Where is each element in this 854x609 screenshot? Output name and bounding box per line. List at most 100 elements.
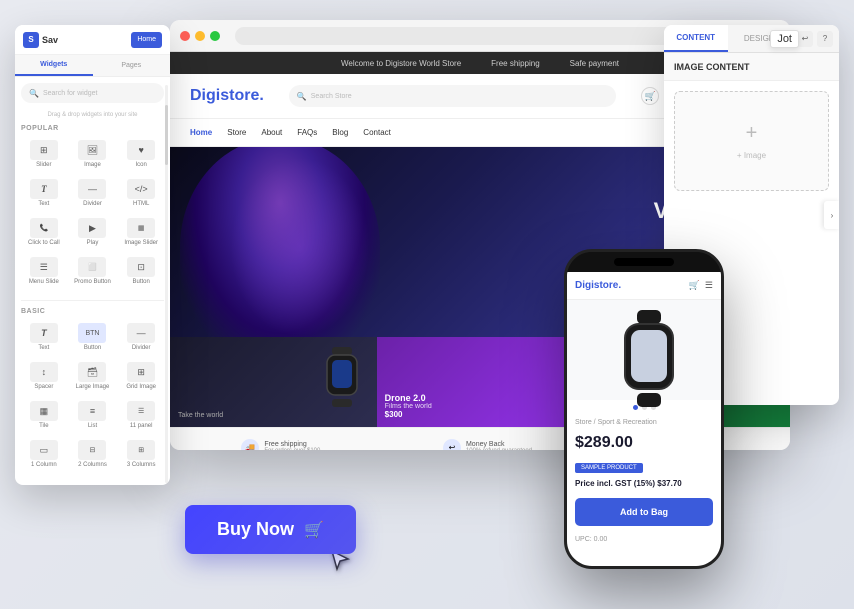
promo-label: Promo Button (74, 279, 111, 285)
phone-notch-bar (614, 258, 674, 266)
1col-icon: ▭ (30, 440, 58, 460)
widget-imgslider[interactable]: ▦ Image Slider (118, 214, 164, 250)
widget-ctc[interactable]: 📞 Click to Call (21, 214, 67, 250)
phone-header-icons: 🛒 ☰ (689, 280, 713, 291)
tab-content[interactable]: CONTENT (664, 25, 728, 52)
site-logo-text: Digistore. (190, 87, 264, 104)
browser-maximize[interactable] (210, 31, 220, 41)
phone-product-image (567, 300, 721, 400)
footer-shipping-text: Free shipping For orders over $100 (264, 441, 320, 450)
editor-scrollbar-thumb[interactable] (165, 105, 168, 165)
text-label: Text (38, 201, 49, 207)
widget-html[interactable]: </> HTML (118, 175, 164, 211)
image-icon: 🖼 (78, 140, 106, 160)
upload-label: + Image (737, 151, 766, 160)
widget-image[interactable]: 🖼 Image (70, 136, 116, 172)
product-info-drone: Drone 2.0 Films the world $300 (385, 393, 432, 419)
grid-img-label: Grid Image (126, 384, 156, 390)
basic-button-label: Button (84, 345, 101, 351)
widget-spacer[interactable]: ↕ Spacer (21, 358, 67, 394)
widget-3col[interactable]: ⊞ 3 Columns (118, 436, 164, 472)
tab-widgets[interactable]: Widgets (15, 55, 93, 76)
product-card-watch[interactable]: Take the world (170, 337, 377, 427)
panel-question-btn[interactable]: ? (817, 31, 833, 47)
moneyback-sub: 100% refund guaranteed (466, 448, 532, 450)
image-upload-area[interactable]: + + Image (674, 91, 829, 191)
editor-search[interactable]: 🔍 Search for widget (21, 83, 164, 103)
nav-faqs[interactable]: FAQs (297, 128, 317, 137)
nav-home[interactable]: Home (190, 128, 212, 137)
right-panel-tabs: CONTENT DESIGN ↩ ? (664, 25, 839, 53)
ctc-label: Click to Call (28, 240, 60, 246)
widget-list[interactable]: ≡ List (70, 397, 116, 433)
nav-blog[interactable]: Blog (332, 128, 348, 137)
editor-home-btn[interactable]: Home (131, 32, 162, 48)
buy-now-button[interactable]: Buy Now 🛒 (185, 505, 356, 554)
nav-about[interactable]: About (261, 128, 282, 137)
3col-label: 3 Columns (127, 462, 156, 468)
browser-close[interactable] (180, 31, 190, 41)
widget-promo[interactable]: ⬜ Promo Button (70, 253, 116, 289)
editor-tabs: Widgets Pages (15, 55, 170, 77)
widget-basic-divider[interactable]: — Divider (118, 319, 164, 355)
footer-money-back: ↩ Money Back 100% refund guaranteed (443, 439, 532, 451)
buy-now-label: Buy Now (217, 519, 294, 540)
editor-scrollbar[interactable] (165, 85, 168, 483)
product-tagline-watch: Take the world (178, 412, 223, 419)
widget-play[interactable]: ▶ Play (70, 214, 116, 250)
product-card-drone[interactable]: Drone 2.0 Films the world $300 (377, 337, 584, 427)
browser-minimize[interactable] (195, 31, 205, 41)
sav-logo-name: Sav (42, 35, 58, 45)
widget-basic-text[interactable]: T Text (21, 319, 67, 355)
editor-search-icon: 🔍 (29, 89, 39, 98)
imgslider-label: Image Slider (124, 240, 158, 246)
basic-divider-label: Divider (132, 345, 151, 351)
nav-store[interactable]: Store (227, 128, 246, 137)
search-icon: 🔍 (297, 92, 307, 101)
basic-text-label: Text (38, 345, 49, 351)
widget-button[interactable]: ⊡ Button (118, 253, 164, 289)
widget-icon[interactable]: ♥ Icon (118, 136, 164, 172)
panel-expand-arrow[interactable]: › (824, 201, 839, 229)
icon-label: Icon (135, 162, 146, 168)
widget-text[interactable]: T Text (21, 175, 67, 211)
buy-now-overlay: Buy Now 🛒 (185, 505, 356, 554)
cart-icon[interactable]: 🛒 (641, 87, 659, 105)
nav-contact[interactable]: Contact (363, 128, 391, 137)
widget-slider[interactable]: ⊞ Slider (21, 136, 67, 172)
upload-plus-icon: + (746, 122, 758, 145)
panel-section-title: IMAGE CONTENT (664, 53, 839, 81)
widget-large-img[interactable]: 🗃 Large Image (70, 358, 116, 394)
widget-menuslide[interactable]: ☰ Menu Slide (21, 253, 67, 289)
widget-divider[interactable]: — Divider (70, 175, 116, 211)
phone-add-btn[interactable]: Add to Bag (575, 498, 713, 526)
widget-grid-img[interactable]: ⊞ Grid Image (118, 358, 164, 394)
widget-2col[interactable]: ⊟ 2 Columns (70, 436, 116, 472)
tab-pages[interactable]: Pages (93, 55, 171, 76)
editor-search-placeholder: Search for widget (43, 90, 97, 97)
11panel-label: 11 panel (130, 423, 153, 429)
widget-1col[interactable]: ▭ 1 Column (21, 436, 67, 472)
site-logo: Digistore. (190, 87, 264, 105)
widget-basic-button[interactable]: BTN Button (70, 319, 116, 355)
footer-shipping: 🚚 Free shipping For orders over $100 (241, 439, 320, 451)
divider-label: Divider (83, 201, 102, 207)
imgslider-icon: ▦ (127, 218, 155, 238)
widget-section-basic: Basic T Text BTN Button — Divider ↕ Spac… (15, 304, 170, 480)
moneyback-label: Money Back (466, 441, 532, 448)
scene: Welcome to Digistore World Store Free sh… (0, 0, 854, 609)
play-label: Play (87, 240, 99, 246)
site-search[interactable]: 🔍 Search Store (289, 85, 616, 107)
buy-now-cart-icon: 🛒 (304, 520, 324, 540)
widget-tile[interactable]: ▦ Tile (21, 397, 67, 433)
editor-panel: S Sav Home Widgets Pages 🔍 Search for wi… (15, 25, 170, 485)
topbar-item-2: Free shipping (491, 59, 539, 68)
panel-undo-btn[interactable]: ↩ (797, 31, 813, 47)
11panel-icon: ☰ (127, 401, 155, 421)
widget-11panel[interactable]: ☰ 11 panel (118, 397, 164, 433)
phone-menu-icon: ☰ (705, 280, 713, 291)
text-icon: T (30, 179, 58, 199)
basic-divider-icon: — (127, 323, 155, 343)
image-label-widget: Image (84, 162, 101, 168)
sav-logo: S Sav (23, 32, 58, 48)
